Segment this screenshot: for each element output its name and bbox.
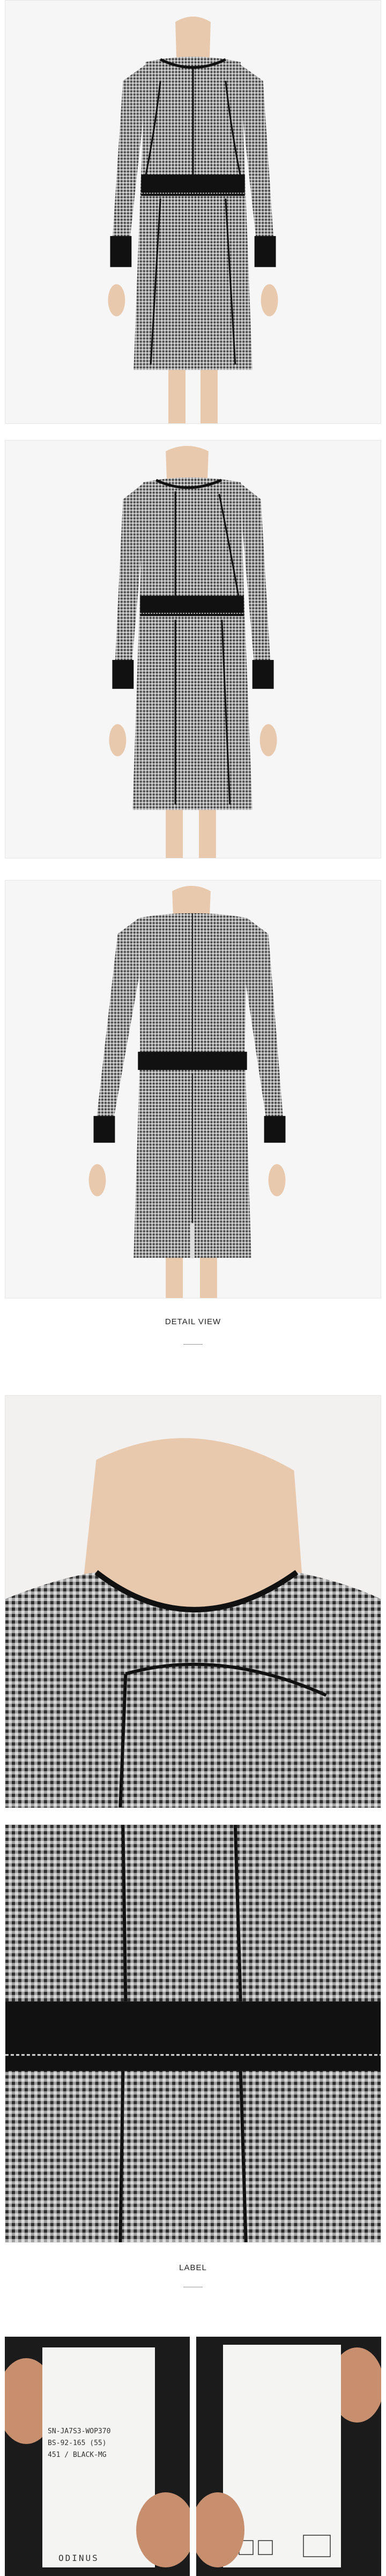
- product-photo-front: [5, 0, 381, 424]
- care-label-text-lines: SN-JA7S3-WOP370 BS-92-165 (55) 451 / BLA…: [48, 2427, 110, 2459]
- product-photo-back: [5, 880, 381, 1298]
- label-size-line: BS-92-165 (55): [48, 2439, 107, 2447]
- label-section-title: LABEL: [179, 2263, 207, 2272]
- product-photo-side: [5, 440, 381, 858]
- label-code-line: SN-JA7S3-WOP370: [48, 2427, 110, 2435]
- detail-photo-neckline: [5, 1395, 381, 1808]
- detail-photo-waist: [5, 1824, 381, 2243]
- label-color-line: 451 / BLACK-MG: [48, 2451, 107, 2459]
- detail-view-divider: [183, 1344, 203, 1345]
- detail-view-title: DETAIL VIEW: [165, 1317, 221, 1326]
- label-brand-text: ODINUS: [58, 2553, 99, 2563]
- care-label-photo-right: [196, 2337, 381, 2576]
- care-label-photo-left: SN-JA7S3-WOP370 BS-92-165 (55) 451 / BLA…: [5, 2337, 190, 2576]
